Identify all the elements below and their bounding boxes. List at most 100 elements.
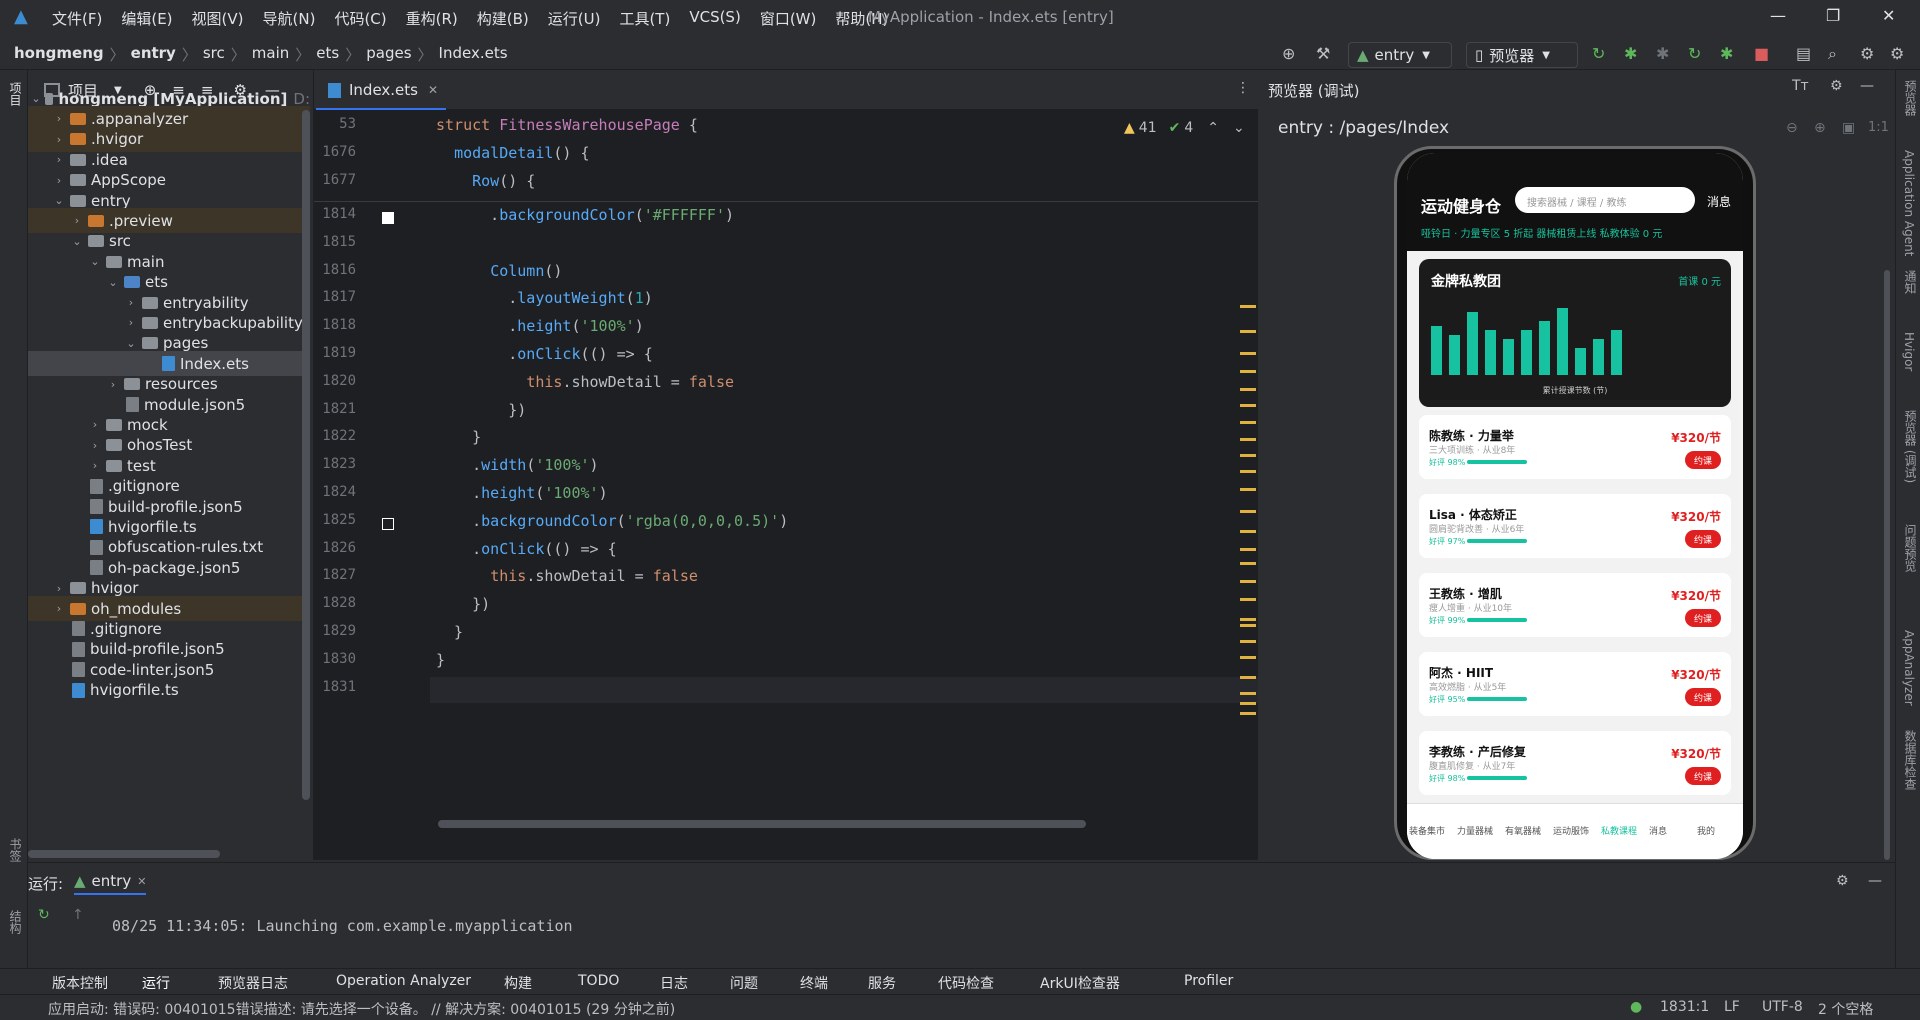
menu-item[interactable]: 运行(U) (548, 8, 601, 29)
run-tab-entry[interactable]: ▲ entry ✕ (74, 869, 147, 895)
breadcrumb-item[interactable]: pages (366, 44, 411, 65)
tool-window-2[interactable]: 预览器日志 (218, 973, 288, 993)
book-button[interactable]: 约课 (1685, 609, 1721, 627)
right-tool-tab[interactable]: 问题预览 (1902, 524, 1919, 572)
card-subtitle[interactable]: 首课 0 元 (1678, 273, 1721, 288)
menu-item[interactable]: 重构(R) (406, 8, 458, 29)
right-tool-tab[interactable]: 预览器 (1902, 80, 1919, 116)
one-to-one-icon[interactable]: 1:1 (1868, 120, 1889, 135)
tool-window-0[interactable]: 版本控制 (52, 973, 108, 993)
chevron-down-icon[interactable]: ⌄ (1233, 120, 1245, 136)
coach-card[interactable]: Lisa · 体态矫正 圆肩驼背改善 · 从业6年 好评 97% ¥320/节 约课 (1419, 494, 1731, 558)
attach-icon[interactable]: ✱ (1656, 44, 1669, 63)
close-icon[interactable]: ✕ (1882, 6, 1895, 25)
project-structure-icon[interactable]: ▤ (1796, 44, 1811, 63)
right-tool-tab[interactable]: 通知 (1902, 270, 1919, 294)
app-tab-2[interactable]: 有氧器械 (1505, 824, 1541, 837)
tool-window-1[interactable]: 运行 (142, 973, 170, 993)
breadcrumb-item[interactable]: ets (316, 44, 339, 65)
tool-window-6[interactable]: 日志 (660, 973, 688, 993)
breadcrumb-item[interactable]: hongmeng (14, 44, 104, 65)
line-separator[interactable]: LF (1724, 999, 1740, 1015)
app-message-button[interactable]: 消息 (1707, 193, 1731, 210)
chevron-up-icon[interactable]: ⌃ (1207, 120, 1219, 136)
module-selector[interactable]: ▲ entry ▼ (1348, 42, 1452, 68)
scroll-up-icon[interactable]: ↑ (72, 907, 84, 923)
right-tool-tab[interactable]: 预览器 (调试) (1902, 410, 1919, 483)
breadcrumb-item[interactable]: Index.ets (439, 44, 508, 65)
structure-tool-tab[interactable]: 结构 (7, 910, 24, 934)
tree-scrollbar[interactable] (302, 110, 310, 800)
preview-scrollbar[interactable] (1884, 270, 1890, 860)
menu-item[interactable]: 工具(T) (619, 8, 670, 29)
tab-index-ets[interactable]: Index.ets ✕ (316, 72, 446, 110)
breadcrumb-item[interactable]: main (252, 44, 289, 65)
tool-window-4[interactable]: 构建 (504, 973, 532, 993)
rerun-icon[interactable]: ↻ (38, 907, 50, 923)
stop-icon[interactable]: ■ (1754, 44, 1769, 63)
menu-item[interactable]: 窗口(W) (760, 8, 817, 29)
gear-icon[interactable]: ⚙ (1830, 78, 1843, 94)
tree-horizontal-scrollbar[interactable] (28, 850, 220, 858)
hammer-icon[interactable]: ⚒ (1316, 44, 1330, 63)
search-icon[interactable]: ⌕ (1828, 44, 1837, 64)
book-button[interactable]: 约课 (1685, 767, 1721, 785)
menu-item[interactable]: VCS(S) (689, 8, 740, 29)
coach-card[interactable]: 阿杰 · HIIT 高效燃脂 · 从业5年 好评 95% ¥320/节 约课 (1419, 652, 1731, 716)
menu-item[interactable]: 代码(C) (334, 8, 386, 29)
tool-window-3[interactable]: Operation Analyzer (336, 973, 471, 989)
breadcrumb-item[interactable]: entry (131, 44, 176, 65)
app-tab-5[interactable]: 消息 (1649, 824, 1667, 837)
coach-card[interactable]: 王教练 · 增肌 瘦人增重 · 从业10年 好评 99% ¥320/节 约课 (1419, 573, 1731, 637)
app-tab-6[interactable]: 我的 (1697, 824, 1715, 837)
fit-icon[interactable]: ▣ (1842, 120, 1855, 136)
cursor-position[interactable]: 1831:1 (1660, 999, 1709, 1015)
debug-icon[interactable]: ✱ (1624, 44, 1637, 63)
inspection-widget[interactable]: ▲ 41 ✔ 4 ⌃ ⌄ (1124, 120, 1245, 136)
maximize-icon[interactable]: ❐ (1826, 6, 1840, 25)
error-stripe[interactable] (1240, 166, 1256, 856)
hide-icon[interactable]: — (1860, 78, 1874, 94)
target-icon[interactable]: ⊕ (1282, 44, 1295, 63)
profile-icon[interactable]: ✱ (1720, 44, 1733, 63)
tool-window-9[interactable]: 服务 (868, 973, 896, 993)
tool-window-8[interactable]: 终端 (800, 973, 828, 993)
tree-item[interactable]: hvigorfile.ts (28, 678, 310, 703)
breadcrumb-item[interactable]: src (203, 44, 225, 65)
file-encoding[interactable]: UTF-8 (1762, 999, 1803, 1015)
right-tool-tab[interactable]: Application Agent (1902, 150, 1916, 256)
menu-item[interactable]: 视图(V) (192, 8, 244, 29)
tool-window-12[interactable]: Profiler (1184, 973, 1233, 989)
minimize-icon[interactable]: — (1770, 6, 1786, 25)
menu-item[interactable]: 编辑(E) (121, 8, 172, 29)
app-tab-3[interactable]: 运动服饰 (1553, 824, 1589, 837)
app-search-input[interactable]: 搜索器械 / 课程 / 教练 (1515, 187, 1695, 213)
project-tool-tab[interactable]: 项目 (7, 82, 24, 106)
settings-icon[interactable]: ⚙ (1860, 44, 1874, 63)
close-tab-icon[interactable]: ✕ (137, 875, 146, 888)
device-selector[interactable]: ▯ 预览器 ▼ (1466, 42, 1578, 68)
zoom-in-icon[interactable]: ⊕ (1814, 120, 1826, 136)
menu-item[interactable]: 构建(B) (477, 8, 529, 29)
book-button[interactable]: 约课 (1685, 451, 1721, 469)
book-button[interactable]: 约课 (1685, 688, 1721, 706)
book-button[interactable]: 约课 (1685, 530, 1721, 548)
right-tool-tab[interactable]: AppAnalyzer (1902, 630, 1916, 706)
editor-horizontal-scrollbar[interactable] (438, 820, 1086, 828)
tool-window-7[interactable]: 问题 (730, 973, 758, 993)
text-size-icon[interactable]: Tт (1792, 78, 1809, 94)
tool-window-10[interactable]: 代码检查 (938, 973, 994, 993)
status-message[interactable]: 应用启动: 错误码: 00401015错误描述: 请先选择一个设备。 // 解决… (48, 999, 675, 1019)
indent-setting[interactable]: 2 个空格 (1818, 999, 1873, 1019)
right-tool-tab[interactable]: 数据库检查 (1902, 730, 1919, 790)
app-tab-0[interactable]: 装备集市 (1409, 824, 1445, 837)
gear-icon[interactable]: ⚙ (1836, 873, 1849, 889)
right-tool-tab[interactable]: Hvigor (1902, 332, 1916, 371)
bookmarks-tool-tab[interactable]: 书签 (7, 838, 24, 862)
coach-card[interactable]: 陈教练 · 力量举 三大项训练 · 从业8年 好评 98% ¥320/节 约课 (1419, 415, 1731, 479)
coach-card[interactable]: 李教练 · 产后修复 腹直肌修复 · 从业7年 好评 98% ¥320/节 约课 (1419, 731, 1731, 795)
hide-icon[interactable]: — (1868, 873, 1882, 889)
close-tab-icon[interactable]: ✕ (428, 83, 438, 97)
menu-item[interactable]: 导航(N) (263, 8, 316, 29)
more-tabs-icon[interactable]: ⋮ (1236, 80, 1250, 96)
